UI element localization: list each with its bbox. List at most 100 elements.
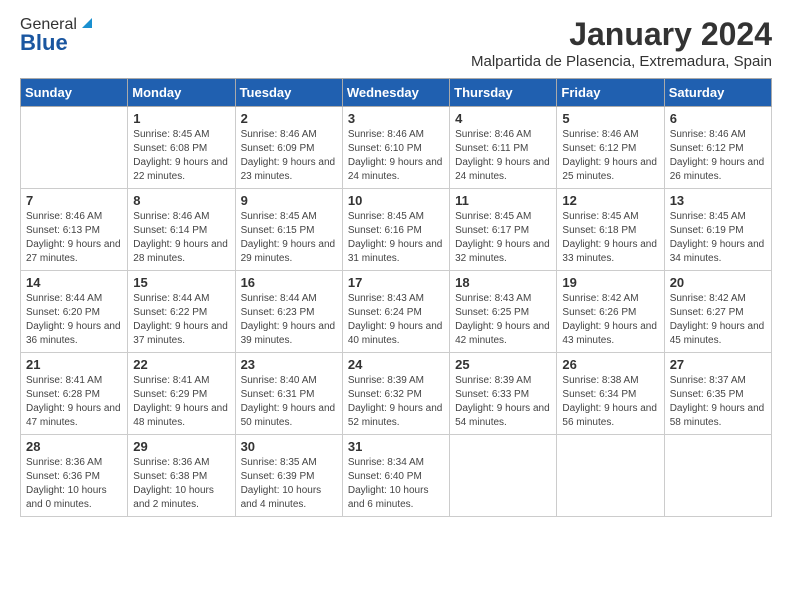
header: General Blue January 2024 Malpartida de … bbox=[20, 16, 772, 70]
calendar-cell: 14 Sunrise: 8:44 AMSunset: 6:20 PMDayligh… bbox=[21, 271, 128, 353]
day-number: 27 bbox=[670, 357, 766, 372]
day-number: 3 bbox=[348, 111, 444, 126]
day-info: Sunrise: 8:46 AMSunset: 6:12 PMDaylight:… bbox=[562, 128, 658, 184]
header-sunday: Sunday bbox=[21, 79, 128, 107]
day-number: 16 bbox=[241, 275, 337, 290]
calendar-cell: 29 Sunrise: 8:36 AMSunset: 6:38 PMDayligh… bbox=[128, 435, 235, 517]
day-number: 24 bbox=[348, 357, 444, 372]
calendar-cell: 31 Sunrise: 8:34 AMSunset: 6:40 PMDayligh… bbox=[342, 435, 449, 517]
day-number: 19 bbox=[562, 275, 658, 290]
calendar-table: SundayMondayTuesdayWednesdayThursdayFrid… bbox=[20, 78, 772, 517]
week-row-5: 28 Sunrise: 8:36 AMSunset: 6:36 PMDayligh… bbox=[21, 435, 772, 517]
calendar-cell: 28 Sunrise: 8:36 AMSunset: 6:36 PMDayligh… bbox=[21, 435, 128, 517]
calendar-cell: 2 Sunrise: 8:46 AMSunset: 6:09 PMDaylight… bbox=[235, 107, 342, 189]
day-number: 2 bbox=[241, 111, 337, 126]
day-info: Sunrise: 8:35 AMSunset: 6:39 PMDaylight:… bbox=[241, 456, 337, 512]
day-number: 31 bbox=[348, 439, 444, 454]
day-info: Sunrise: 8:46 AMSunset: 6:13 PMDaylight:… bbox=[26, 210, 122, 266]
day-number: 5 bbox=[562, 111, 658, 126]
day-info: Sunrise: 8:46 AMSunset: 6:10 PMDaylight:… bbox=[348, 128, 444, 184]
day-number: 11 bbox=[455, 193, 551, 208]
calendar-cell: 30 Sunrise: 8:35 AMSunset: 6:39 PMDayligh… bbox=[235, 435, 342, 517]
day-info: Sunrise: 8:46 AMSunset: 6:12 PMDaylight:… bbox=[670, 128, 766, 184]
calendar-cell bbox=[557, 435, 664, 517]
calendar-cell: 10Sunrise: 8:45 AMSunset: 6:16 PMDayligh… bbox=[342, 189, 449, 271]
day-info: Sunrise: 8:44 AMSunset: 6:22 PMDaylight:… bbox=[133, 292, 229, 348]
day-number: 15 bbox=[133, 275, 229, 290]
week-row-3: 14 Sunrise: 8:44 AMSunset: 6:20 PMDayligh… bbox=[21, 271, 772, 353]
day-info: Sunrise: 8:39 AMSunset: 6:32 PMDaylight:… bbox=[348, 374, 444, 430]
header-thursday: Thursday bbox=[450, 79, 557, 107]
calendar-cell: 11 Sunrise: 8:45 AMSunset: 6:17 PMDayligh… bbox=[450, 189, 557, 271]
month-title: January 2024 bbox=[471, 16, 772, 53]
day-info: Sunrise: 8:38 AMSunset: 6:34 PMDaylight:… bbox=[562, 374, 658, 430]
calendar-cell: 8 Sunrise: 8:46 AMSunset: 6:14 PMDaylight… bbox=[128, 189, 235, 271]
calendar-cell: 12Sunrise: 8:45 AMSunset: 6:18 PMDayligh… bbox=[557, 189, 664, 271]
day-number: 20 bbox=[670, 275, 766, 290]
day-number: 23 bbox=[241, 357, 337, 372]
header-friday: Friday bbox=[557, 79, 664, 107]
day-info: Sunrise: 8:46 AMSunset: 6:11 PMDaylight:… bbox=[455, 128, 551, 184]
day-info: Sunrise: 8:34 AMSunset: 6:40 PMDaylight:… bbox=[348, 456, 444, 512]
week-row-2: 7 Sunrise: 8:46 AMSunset: 6:13 PMDaylight… bbox=[21, 189, 772, 271]
calendar-cell: 23Sunrise: 8:40 AMSunset: 6:31 PMDayligh… bbox=[235, 353, 342, 435]
day-number: 6 bbox=[670, 111, 766, 126]
day-info: Sunrise: 8:46 AMSunset: 6:14 PMDaylight:… bbox=[133, 210, 229, 266]
day-info: Sunrise: 8:44 AMSunset: 6:20 PMDaylight:… bbox=[26, 292, 122, 348]
day-info: Sunrise: 8:44 AMSunset: 6:23 PMDaylight:… bbox=[241, 292, 337, 348]
day-info: Sunrise: 8:45 AMSunset: 6:16 PMDaylight:… bbox=[348, 210, 444, 266]
day-number: 29 bbox=[133, 439, 229, 454]
calendar-cell: 21 Sunrise: 8:41 AMSunset: 6:28 PMDayligh… bbox=[21, 353, 128, 435]
day-number: 21 bbox=[26, 357, 122, 372]
day-number: 1 bbox=[133, 111, 229, 126]
day-number: 4 bbox=[455, 111, 551, 126]
day-number: 25 bbox=[455, 357, 551, 372]
calendar-cell: 24 Sunrise: 8:39 AMSunset: 6:32 PMDayligh… bbox=[342, 353, 449, 435]
calendar-cell: 7 Sunrise: 8:46 AMSunset: 6:13 PMDaylight… bbox=[21, 189, 128, 271]
day-info: Sunrise: 8:45 AMSunset: 6:19 PMDaylight:… bbox=[670, 210, 766, 266]
day-info: Sunrise: 8:42 AMSunset: 6:26 PMDaylight:… bbox=[562, 292, 658, 348]
day-info: Sunrise: 8:41 AMSunset: 6:29 PMDaylight:… bbox=[133, 374, 229, 430]
day-number: 30 bbox=[241, 439, 337, 454]
calendar-cell bbox=[21, 107, 128, 189]
day-info: Sunrise: 8:43 AMSunset: 6:24 PMDaylight:… bbox=[348, 292, 444, 348]
calendar-cell: 16 Sunrise: 8:44 AMSunset: 6:23 PMDayligh… bbox=[235, 271, 342, 353]
day-number: 13 bbox=[670, 193, 766, 208]
title-area: January 2024 Malpartida de Plasencia, Ex… bbox=[471, 16, 772, 70]
calendar-cell: 1 Sunrise: 8:45 AMSunset: 6:08 PMDaylight… bbox=[128, 107, 235, 189]
day-info: Sunrise: 8:45 AMSunset: 6:17 PMDaylight:… bbox=[455, 210, 551, 266]
calendar-cell: 25Sunrise: 8:39 AMSunset: 6:33 PMDayligh… bbox=[450, 353, 557, 435]
day-number: 28 bbox=[26, 439, 122, 454]
calendar-cell: 18Sunrise: 8:43 AMSunset: 6:25 PMDayligh… bbox=[450, 271, 557, 353]
logo: General Blue bbox=[20, 16, 96, 56]
location-subtitle: Malpartida de Plasencia, Extremadura, Sp… bbox=[471, 53, 772, 70]
calendar-cell bbox=[664, 435, 771, 517]
week-row-4: 21 Sunrise: 8:41 AMSunset: 6:28 PMDayligh… bbox=[21, 353, 772, 435]
header-saturday: Saturday bbox=[664, 79, 771, 107]
day-info: Sunrise: 8:41 AMSunset: 6:28 PMDaylight:… bbox=[26, 374, 122, 430]
calendar-cell: 27 Sunrise: 8:37 AMSunset: 6:35 PMDayligh… bbox=[664, 353, 771, 435]
calendar-cell: 4 Sunrise: 8:46 AMSunset: 6:11 PMDaylight… bbox=[450, 107, 557, 189]
day-info: Sunrise: 8:46 AMSunset: 6:09 PMDaylight:… bbox=[241, 128, 337, 184]
calendar-cell: 17Sunrise: 8:43 AMSunset: 6:24 PMDayligh… bbox=[342, 271, 449, 353]
calendar-cell: 19 Sunrise: 8:42 AMSunset: 6:26 PMDayligh… bbox=[557, 271, 664, 353]
day-info: Sunrise: 8:36 AMSunset: 6:38 PMDaylight:… bbox=[133, 456, 229, 512]
day-number: 8 bbox=[133, 193, 229, 208]
day-info: Sunrise: 8:42 AMSunset: 6:27 PMDaylight:… bbox=[670, 292, 766, 348]
logo-blue-text: Blue bbox=[20, 30, 68, 56]
header-wednesday: Wednesday bbox=[342, 79, 449, 107]
day-info: Sunrise: 8:43 AMSunset: 6:25 PMDaylight:… bbox=[455, 292, 551, 348]
day-number: 7 bbox=[26, 193, 122, 208]
week-row-1: 1 Sunrise: 8:45 AMSunset: 6:08 PMDaylight… bbox=[21, 107, 772, 189]
day-number: 22 bbox=[133, 357, 229, 372]
day-info: Sunrise: 8:45 AMSunset: 6:08 PMDaylight:… bbox=[133, 128, 229, 184]
day-number: 9 bbox=[241, 193, 337, 208]
logo-arrow-icon bbox=[78, 14, 96, 32]
day-info: Sunrise: 8:37 AMSunset: 6:35 PMDaylight:… bbox=[670, 374, 766, 430]
day-info: Sunrise: 8:36 AMSunset: 6:36 PMDaylight:… bbox=[26, 456, 122, 512]
header-monday: Monday bbox=[128, 79, 235, 107]
calendar-cell: 26Sunrise: 8:38 AMSunset: 6:34 PMDayligh… bbox=[557, 353, 664, 435]
calendar-cell: 9Sunrise: 8:45 AMSunset: 6:15 PMDaylight… bbox=[235, 189, 342, 271]
day-number: 14 bbox=[26, 275, 122, 290]
day-info: Sunrise: 8:45 AMSunset: 6:18 PMDaylight:… bbox=[562, 210, 658, 266]
